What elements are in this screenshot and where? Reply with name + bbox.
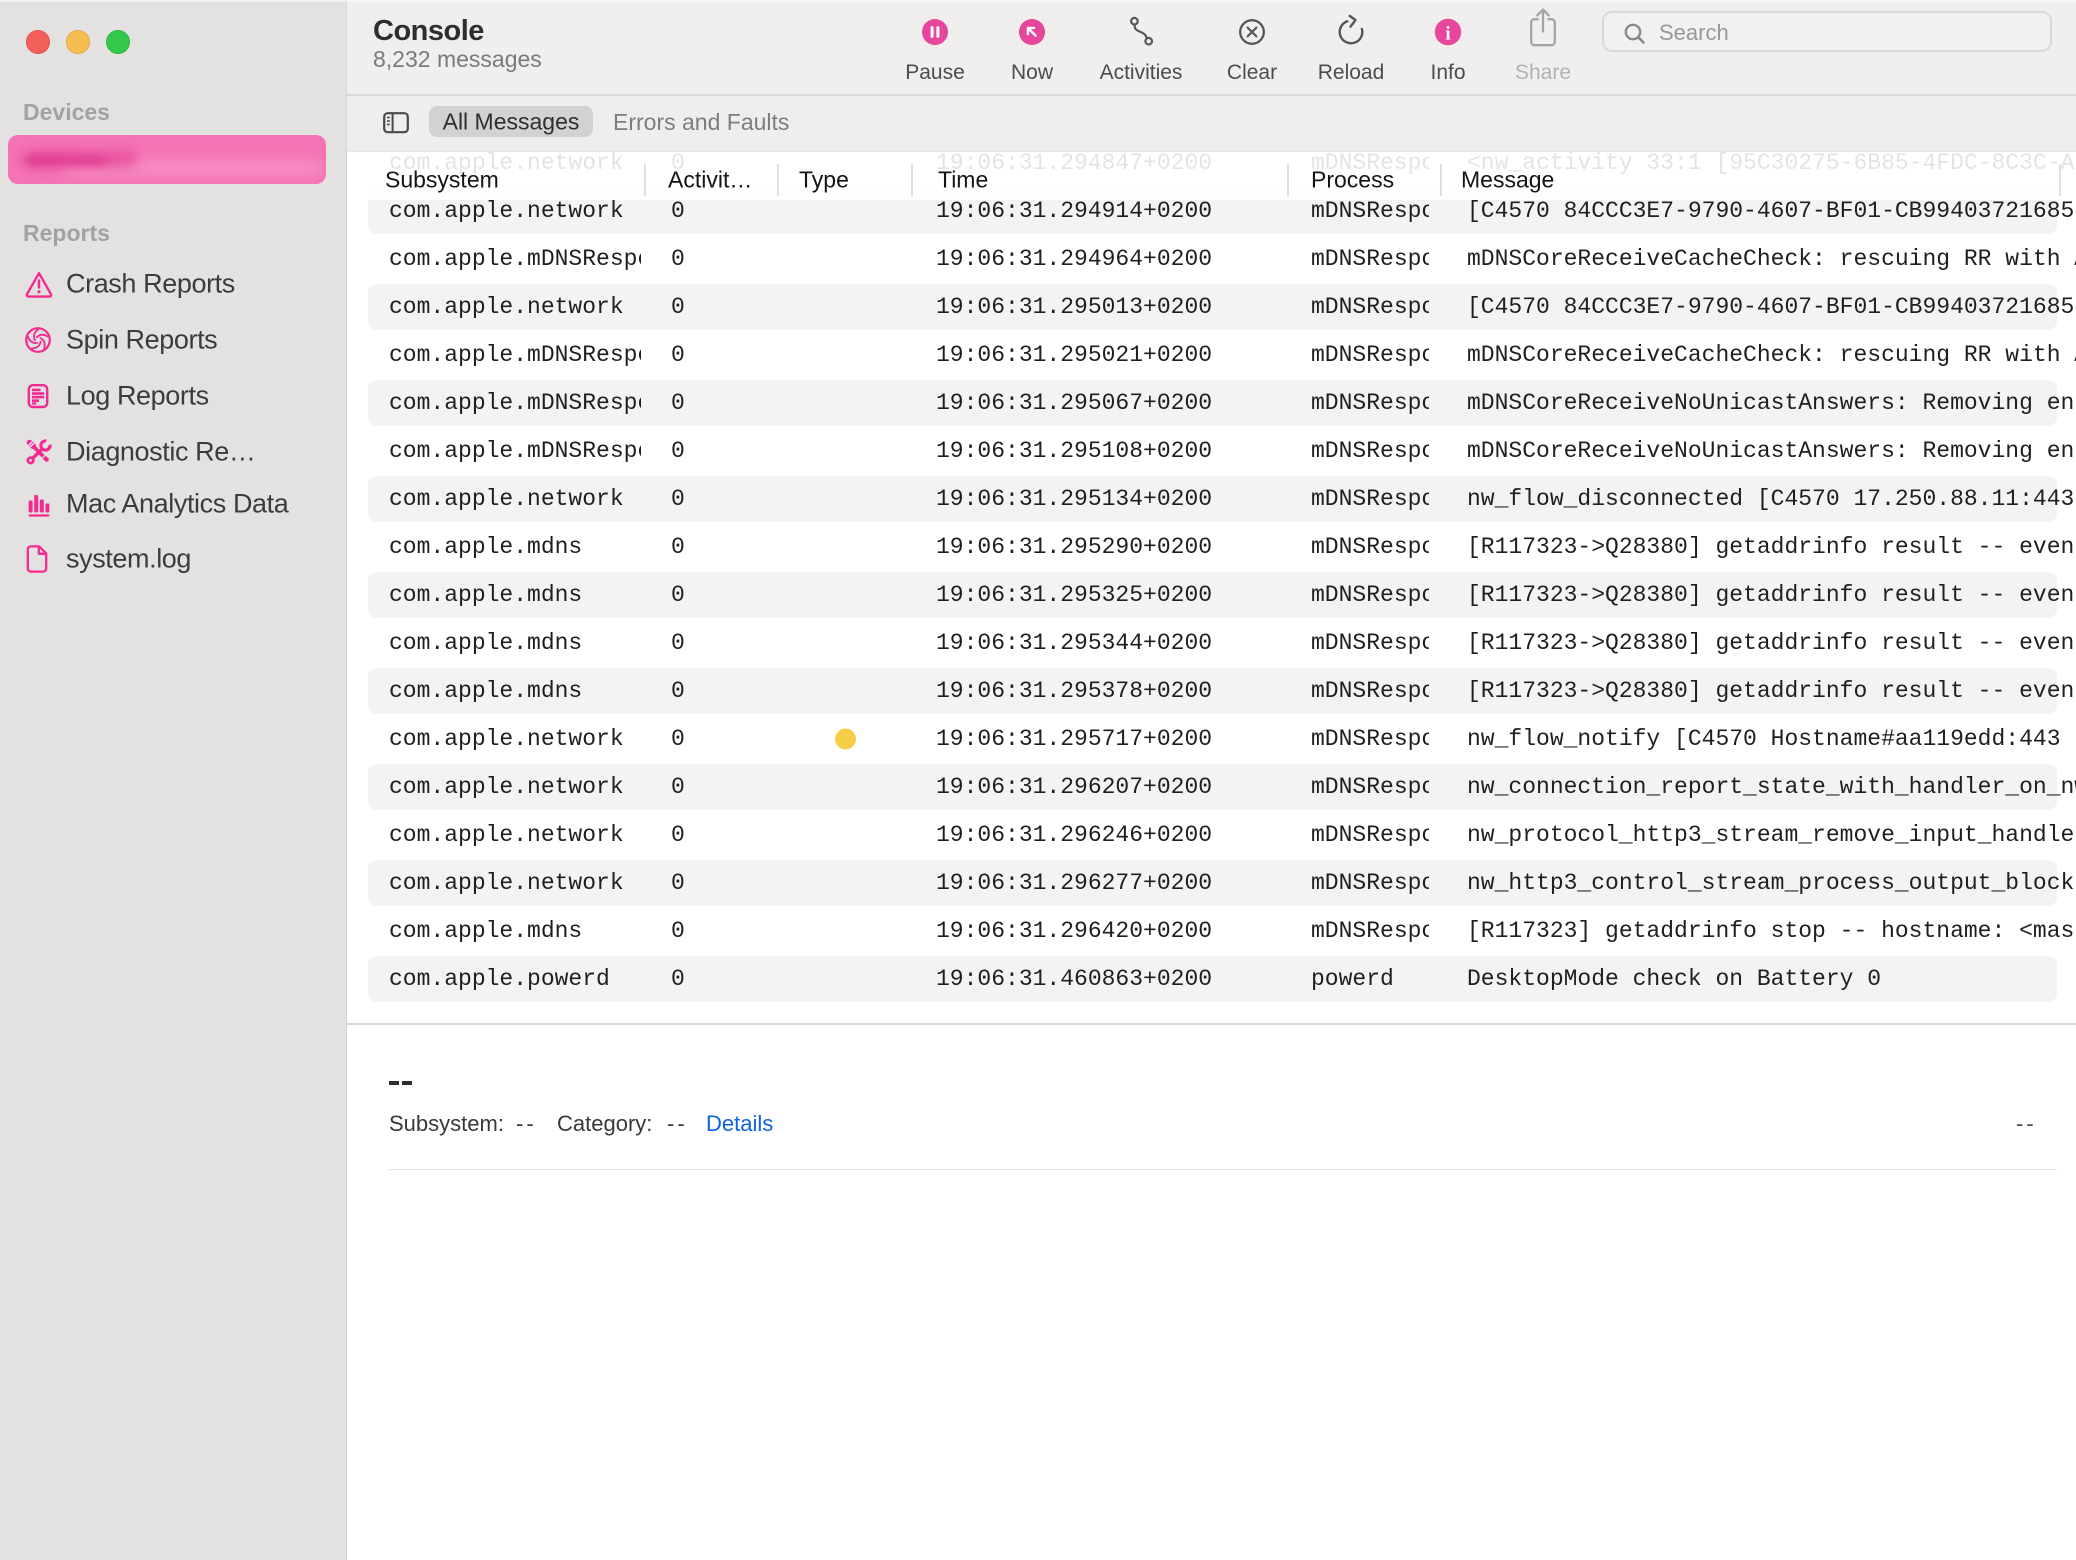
- svg-text:i: i: [1445, 23, 1450, 44]
